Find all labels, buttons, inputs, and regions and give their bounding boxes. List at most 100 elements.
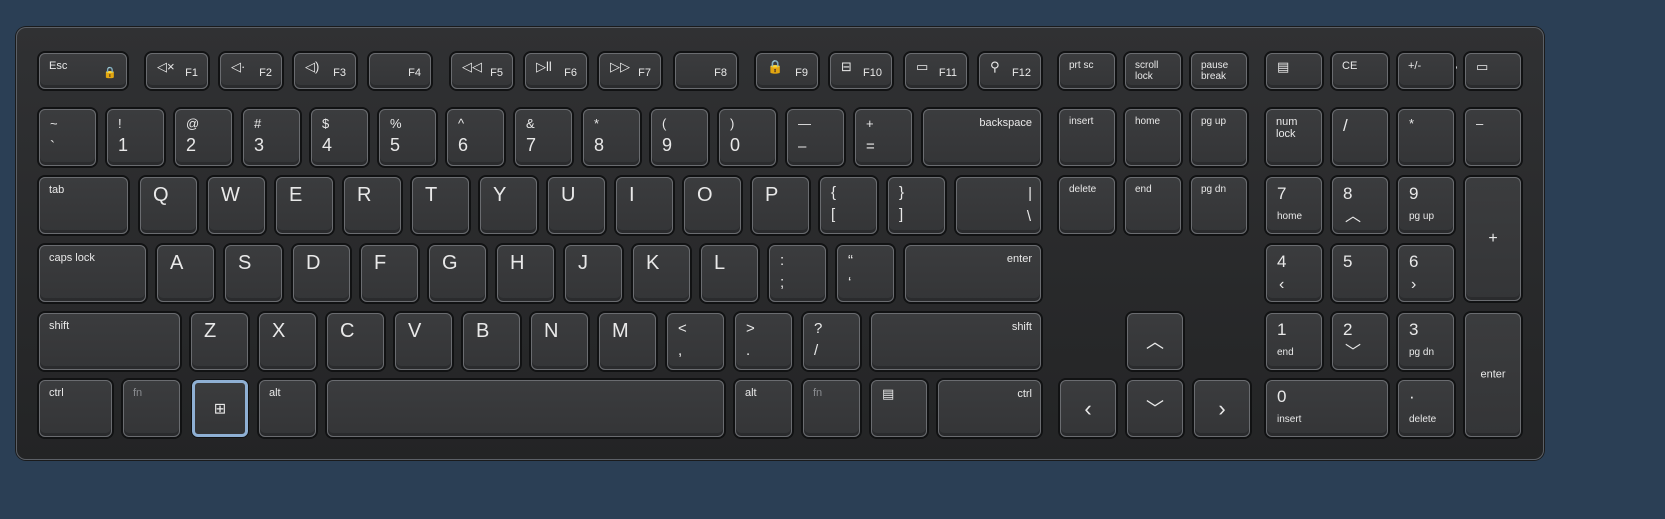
key-3[interactable]: # 3: [243, 109, 300, 166]
comma-key[interactable]: < ,: [667, 313, 724, 370]
key-s[interactable]: S: [225, 245, 282, 302]
f9-key[interactable]: 🔒 F9: [756, 53, 818, 89]
key-c[interactable]: C: [327, 313, 384, 370]
key-m[interactable]: M: [599, 313, 656, 370]
home-key[interactable]: home: [1125, 109, 1181, 166]
f10-key[interactable]: ⊟ F10: [830, 53, 892, 89]
tilde-key[interactable]: ~ `: [39, 109, 96, 166]
left-ctrl-key[interactable]: ctrl: [39, 380, 112, 437]
spacebar-key[interactable]: [327, 380, 724, 437]
f4-key[interactable]: F4: [369, 53, 431, 89]
menu-key[interactable]: ▤: [871, 380, 927, 437]
ce-key[interactable]: CE: [1332, 53, 1388, 89]
numpad-subtract-key[interactable]: –: [1465, 109, 1521, 166]
key-5[interactable]: % 5: [379, 109, 436, 166]
quote-key[interactable]: “ ‘: [837, 245, 894, 302]
slash-key[interactable]: ? /: [803, 313, 860, 370]
right-fn-key[interactable]: fn: [803, 380, 860, 437]
enter-key[interactable]: enter: [905, 245, 1041, 302]
pgup-key[interactable]: pg up: [1191, 109, 1247, 166]
key-k[interactable]: K: [633, 245, 690, 302]
key-h[interactable]: H: [497, 245, 554, 302]
prtsc-key[interactable]: prt sc: [1059, 53, 1115, 89]
numpad-3-key[interactable]: 3 pg dn: [1398, 313, 1454, 370]
minus-key[interactable]: — –: [787, 109, 844, 166]
numpad-4-key[interactable]: 4 ‹: [1266, 245, 1322, 302]
insert-key[interactable]: insert: [1059, 109, 1115, 166]
right-bracket-key[interactable]: } ]: [888, 177, 945, 234]
key-e[interactable]: E: [276, 177, 333, 234]
semicolon-key[interactable]: : ;: [769, 245, 826, 302]
arrow-right-key[interactable]: ›: [1194, 380, 1250, 437]
key-t[interactable]: T: [412, 177, 469, 234]
f5-key[interactable]: ◁◁ F5: [451, 53, 513, 89]
key-2[interactable]: @ 2: [175, 109, 232, 166]
right-shift-key[interactable]: shift: [871, 313, 1041, 370]
numpad-7-key[interactable]: 7 home: [1266, 177, 1322, 234]
left-shift-key[interactable]: shift: [39, 313, 180, 370]
caps-lock-key[interactable]: caps lock: [39, 245, 146, 302]
numpad-5-key[interactable]: 5: [1332, 245, 1388, 302]
message-key[interactable]: ▭: [1465, 53, 1521, 89]
key-o[interactable]: O: [684, 177, 741, 234]
period-key[interactable]: > .: [735, 313, 792, 370]
calculator-key[interactable]: ▤: [1266, 53, 1322, 89]
key-w[interactable]: W: [208, 177, 265, 234]
f6-key[interactable]: ▷ll F6: [525, 53, 587, 89]
esc-key[interactable]: Esc 🔒: [39, 53, 127, 89]
arrow-down-key[interactable]: ﹀: [1127, 380, 1183, 437]
key-6[interactable]: ^ 6: [447, 109, 504, 166]
left-alt-key[interactable]: alt: [259, 380, 316, 437]
key-q[interactable]: Q: [140, 177, 197, 234]
f3-key[interactable]: ◁) F3: [294, 53, 356, 89]
arrow-up-key[interactable]: ︿: [1127, 313, 1183, 370]
key-x[interactable]: X: [259, 313, 316, 370]
pause-break-key[interactable]: pause break: [1191, 53, 1247, 89]
key-z[interactable]: Z: [191, 313, 248, 370]
numpad-enter-key[interactable]: enter: [1465, 313, 1521, 437]
f8-key[interactable]: F8: [675, 53, 737, 89]
arrow-left-key[interactable]: ‹: [1060, 380, 1116, 437]
numpad-0-key[interactable]: 0 insert: [1266, 380, 1388, 437]
key-y[interactable]: Y: [480, 177, 537, 234]
fn-key[interactable]: fn: [123, 380, 180, 437]
numpad-decimal-key[interactable]: · delete: [1398, 380, 1454, 437]
key-p[interactable]: P: [752, 177, 809, 234]
f7-key[interactable]: ▷▷ F7: [599, 53, 661, 89]
numpad-8-key[interactable]: 8 ︿: [1332, 177, 1388, 234]
left-bracket-key[interactable]: { [: [820, 177, 877, 234]
key-8[interactable]: * 8: [583, 109, 640, 166]
backslash-key[interactable]: | \: [956, 177, 1041, 234]
right-alt-key[interactable]: alt: [735, 380, 792, 437]
numpad-divide-key[interactable]: /: [1332, 109, 1388, 166]
key-f[interactable]: F: [361, 245, 418, 302]
key-4[interactable]: $ 4: [311, 109, 368, 166]
numpad-plus-key[interactable]: +: [1465, 177, 1521, 301]
pgdn-key[interactable]: pg dn: [1191, 177, 1247, 234]
key-a[interactable]: A: [157, 245, 214, 302]
key-7[interactable]: & 7: [515, 109, 572, 166]
key-v[interactable]: V: [395, 313, 452, 370]
num-lock-key[interactable]: num lock: [1266, 109, 1322, 166]
key-i[interactable]: I: [616, 177, 673, 234]
tab-key[interactable]: tab: [39, 177, 128, 234]
end-key[interactable]: end: [1125, 177, 1181, 234]
delete-key[interactable]: delete: [1059, 177, 1115, 234]
key-u[interactable]: U: [548, 177, 605, 234]
numpad-multiply-key[interactable]: *: [1398, 109, 1454, 166]
key-j[interactable]: J: [565, 245, 622, 302]
key-l[interactable]: L: [701, 245, 758, 302]
windows-key[interactable]: ⊞: [192, 380, 248, 437]
numpad-2-key[interactable]: 2 ﹀: [1332, 313, 1388, 370]
key-g[interactable]: G: [429, 245, 486, 302]
key-d[interactable]: D: [293, 245, 350, 302]
plus-minus-key[interactable]: +/-: [1398, 53, 1454, 89]
key-n[interactable]: N: [531, 313, 588, 370]
f12-key[interactable]: ⚲ F12: [979, 53, 1041, 89]
right-ctrl-key[interactable]: ctrl: [938, 380, 1041, 437]
key-r[interactable]: R: [344, 177, 401, 234]
f1-key[interactable]: ◁× F1: [146, 53, 208, 89]
numpad-1-key[interactable]: 1 end: [1266, 313, 1322, 370]
equals-key[interactable]: + =: [855, 109, 912, 166]
key-1[interactable]: ! 1: [107, 109, 164, 166]
